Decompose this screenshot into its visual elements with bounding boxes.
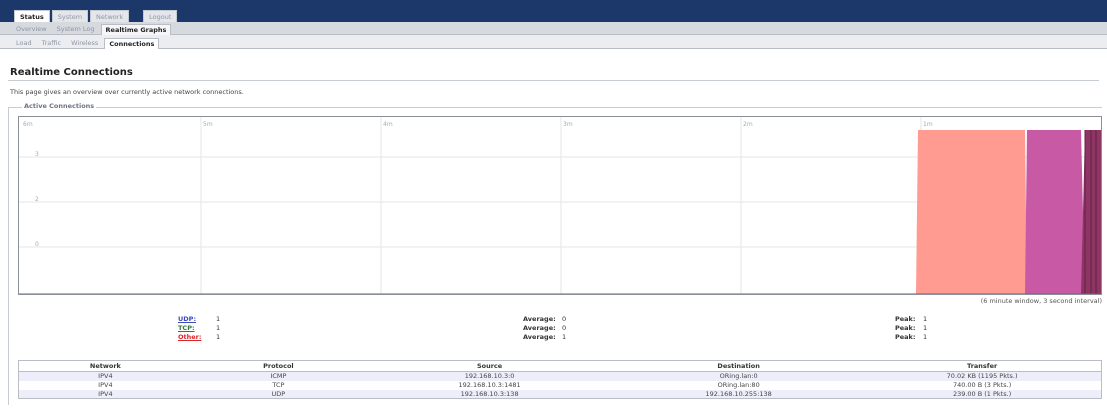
submenu-system-log[interactable]: System Log <box>53 24 99 35</box>
other-average-label: Average: <box>523 333 556 341</box>
other-legend-label: Other: <box>178 333 202 341</box>
udp-peak-label: Peak: <box>895 315 916 323</box>
top-menu-bar: Status System Network Logout <box>0 0 1107 22</box>
col-protocol: Protocol <box>191 360 366 372</box>
page-title: Realtime Connections <box>10 67 133 78</box>
udp-average-label: Average: <box>523 315 556 323</box>
time-label: 5m <box>203 121 213 128</box>
time-label: 4m <box>383 121 393 128</box>
stat-row-tcp: TCP: 1 Average: 0 Peak: 1 <box>18 324 1102 333</box>
tab-load[interactable]: Load <box>12 38 36 49</box>
connection-stats: UDP: 1 Average: 0 Peak: 1 TCP: 1 Average… <box>18 315 1102 342</box>
other-current-value: 1 <box>216 333 221 341</box>
udp-area <box>916 130 1027 294</box>
time-label: 3m <box>563 121 573 128</box>
time-label: 1m <box>923 121 933 128</box>
table-row: IPV4 UDP 192.168.10.3:138 192.168.10.255… <box>18 389 1102 399</box>
cell-network: IPV4 <box>18 380 192 390</box>
other-peak-value: 1 <box>923 333 928 341</box>
submenu-realtime-graphs[interactable]: Realtime Graphs <box>100 24 172 35</box>
other-average-value: 1 <box>562 333 567 341</box>
udp-current-value: 1 <box>216 315 221 323</box>
page-description: This page gives an overview over current… <box>10 88 244 96</box>
tcp-legend-label: TCP: <box>178 324 195 332</box>
graphs-submenu: Load Traffic Wireless Connections <box>12 38 160 49</box>
title-divider <box>8 80 1099 81</box>
y-axis-label: 2 <box>35 196 39 203</box>
tcp-peak-label: Peak: <box>895 324 916 332</box>
table-header-row: Network Protocol Source Destination Tran… <box>18 360 1102 372</box>
cell-source: 192.168.10.3:0 <box>365 371 615 381</box>
stat-row-other: Other: 1 Average: 1 Peak: 1 <box>18 333 1102 342</box>
y-axis-label: 0 <box>35 241 39 248</box>
tab-wireless[interactable]: Wireless <box>67 38 102 49</box>
cell-destination: ORing.lan:0 <box>614 371 864 381</box>
submenu-overview[interactable]: Overview <box>12 24 51 35</box>
cell-protocol: UDP <box>191 389 366 399</box>
menu-logout[interactable]: Logout <box>143 10 178 22</box>
col-transfer: Transfer <box>863 360 1102 372</box>
cell-source: 192.168.10.3:138 <box>365 389 615 399</box>
other-peak-label: Peak: <box>895 333 916 341</box>
fieldset-border-left <box>8 107 9 405</box>
tab-traffic[interactable]: Traffic <box>38 38 66 49</box>
menu-status[interactable]: Status <box>14 10 50 22</box>
col-destination: Destination <box>614 360 864 372</box>
status-submenu: Overview System Log Realtime Graphs <box>12 24 172 35</box>
tcp-area <box>1025 130 1085 294</box>
cell-destination: ORing.lan:80 <box>614 380 864 390</box>
connections-graph: 6m 5m 4m 3m 2m 1m 3 2 0 <box>18 116 1102 295</box>
cell-protocol: TCP <box>191 380 366 390</box>
time-label: 6m <box>23 121 33 128</box>
udp-average-value: 0 <box>562 315 567 323</box>
udp-legend-label: UDP: <box>178 315 197 323</box>
fieldset-border <box>8 107 1102 108</box>
cell-source: 192.168.10.3:1481 <box>365 380 615 390</box>
cell-network: IPV4 <box>18 371 192 381</box>
tcp-average-value: 0 <box>562 324 567 332</box>
col-source: Source <box>365 360 615 372</box>
cell-transfer: 239.00 B (1 Pkts.) <box>863 389 1102 399</box>
cell-protocol: ICMP <box>191 371 366 381</box>
status-submenu-bar: Overview System Log Realtime Graphs <box>0 22 1107 35</box>
graphs-submenu-bar: Load Traffic Wireless Connections <box>0 35 1107 49</box>
udp-peak-value: 1 <box>923 315 928 323</box>
y-axis-label: 3 <box>35 151 39 158</box>
main-menu: Status System Network Logout <box>14 10 178 22</box>
graph-window-note: (6 minute window, 3 second interval) <box>980 297 1102 305</box>
menu-system[interactable]: System <box>51 10 89 22</box>
menu-network[interactable]: Network <box>90 10 130 22</box>
graph-canvas: 6m 5m 4m 3m 2m 1m 3 2 0 <box>19 117 1101 294</box>
cell-transfer: 70.02 KB (1195 Pkts.) <box>863 371 1102 381</box>
fieldset-legend: Active Connections <box>22 102 97 110</box>
cell-transfer: 740.00 B (3 Pkts.) <box>863 380 1102 390</box>
col-network: Network <box>18 360 192 372</box>
table-row: IPV4 ICMP 192.168.10.3:0 ORing.lan:0 70.… <box>18 371 1102 381</box>
connections-table: Network Protocol Source Destination Tran… <box>18 360 1102 399</box>
table-row: IPV4 TCP 192.168.10.3:1481 ORing.lan:80 … <box>18 380 1102 390</box>
tcp-peak-value: 1 <box>923 324 928 332</box>
cell-network: IPV4 <box>18 389 192 399</box>
stat-row-udp: UDP: 1 Average: 0 Peak: 1 <box>18 315 1102 324</box>
tcp-average-label: Average: <box>523 324 556 332</box>
cell-destination: 192.168.10.255:138 <box>614 389 864 399</box>
time-label: 2m <box>743 121 753 128</box>
tab-connections[interactable]: Connections <box>104 38 160 49</box>
tcp-current-value: 1 <box>216 324 221 332</box>
